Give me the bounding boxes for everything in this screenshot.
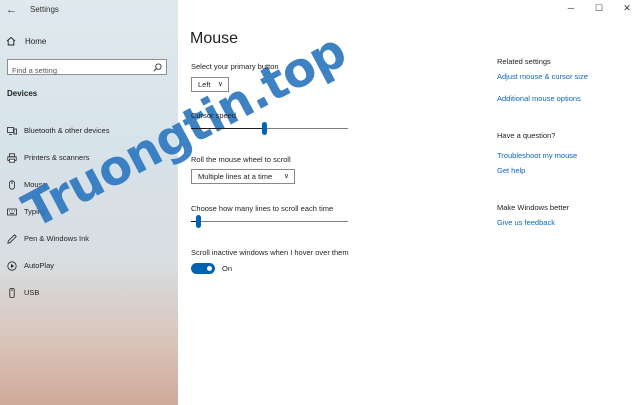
feedback-heading: Make Windows better bbox=[497, 203, 570, 212]
inactive-scroll-toggle[interactable] bbox=[191, 263, 215, 274]
toggle-knob bbox=[207, 266, 212, 271]
link-troubleshoot-mouse[interactable]: Troubleshoot my mouse bbox=[497, 151, 577, 160]
close-icon[interactable]: ✕ bbox=[622, 3, 632, 14]
window-title: Settings bbox=[30, 5, 59, 14]
sidebar-item-label: USB bbox=[24, 288, 40, 297]
sidebar-home[interactable]: Home bbox=[6, 34, 46, 48]
chevron-down-icon: ∨ bbox=[217, 81, 223, 88]
sidebar-item-label: AutoPlay bbox=[24, 261, 55, 270]
pen-icon bbox=[7, 233, 17, 244]
slider-thumb[interactable] bbox=[262, 122, 267, 135]
bluetooth-devices-icon bbox=[7, 126, 17, 136]
back-arrow-icon[interactable]: ← bbox=[6, 4, 20, 16]
chevron-down-icon: ∨ bbox=[283, 173, 289, 180]
home-icon bbox=[6, 36, 16, 46]
window-controls: ─ ☐ ✕ bbox=[566, 3, 632, 14]
slider-fill bbox=[191, 128, 262, 129]
related-settings-heading: Related settings bbox=[497, 57, 551, 66]
search-box[interactable] bbox=[7, 59, 167, 78]
sidebar-section-devices: Devices bbox=[7, 89, 38, 98]
primary-button-value: Left bbox=[198, 80, 211, 89]
sidebar-item-pen[interactable]: Pen & Windows Ink bbox=[0, 225, 178, 252]
autoplay-icon bbox=[7, 260, 17, 271]
link-give-feedback[interactable]: Give us feedback bbox=[497, 218, 555, 227]
sidebar-item-label: Pen & Windows Ink bbox=[24, 234, 90, 243]
sidebar-item-label: Bluetooth & other devices bbox=[24, 126, 110, 135]
primary-button-label: Select your primary button bbox=[191, 62, 279, 71]
maximize-icon[interactable]: ☐ bbox=[594, 3, 604, 14]
search-icon[interactable] bbox=[153, 63, 162, 72]
wheel-scroll-value: Multiple lines at a time bbox=[198, 172, 273, 181]
cursor-speed-label: Cursor speed bbox=[191, 111, 237, 120]
toggle-state: On bbox=[222, 264, 233, 273]
keyboard-icon bbox=[7, 207, 17, 217]
wheel-scroll-label: Roll the mouse wheel to scroll bbox=[191, 155, 291, 164]
minimize-icon[interactable]: ─ bbox=[566, 3, 576, 14]
link-get-help[interactable]: Get help bbox=[497, 166, 525, 175]
slider-thumb[interactable] bbox=[196, 215, 201, 228]
slider-track bbox=[191, 221, 348, 222]
page-title: Mouse bbox=[190, 30, 239, 47]
main-panel: ─ ☐ ✕ Mouse Select your primary button L… bbox=[178, 0, 640, 405]
sidebar-item-usb[interactable]: USB bbox=[0, 279, 178, 306]
usb-icon bbox=[7, 287, 17, 298]
question-heading: Have a question? bbox=[497, 131, 556, 140]
scroll-lines-label: Choose how many lines to scroll each tim… bbox=[191, 204, 334, 213]
search-input[interactable] bbox=[8, 63, 152, 78]
wheel-scroll-select[interactable]: Multiple lines at a time ∨ bbox=[191, 169, 295, 184]
primary-button-select[interactable]: Left ∨ bbox=[191, 77, 229, 92]
printer-icon bbox=[7, 152, 17, 163]
scroll-lines-slider[interactable] bbox=[191, 215, 348, 229]
inactive-scroll-label: Scroll inactive windows when I hover ove… bbox=[191, 248, 349, 257]
sidebar-item-autoplay[interactable]: AutoPlay bbox=[0, 252, 178, 279]
cursor-speed-slider[interactable] bbox=[191, 122, 348, 136]
link-additional-mouse-options[interactable]: Additional mouse options bbox=[497, 94, 581, 103]
home-label: Home bbox=[25, 36, 47, 46]
link-adjust-mouse-cursor[interactable]: Adjust mouse & cursor size bbox=[497, 72, 588, 81]
